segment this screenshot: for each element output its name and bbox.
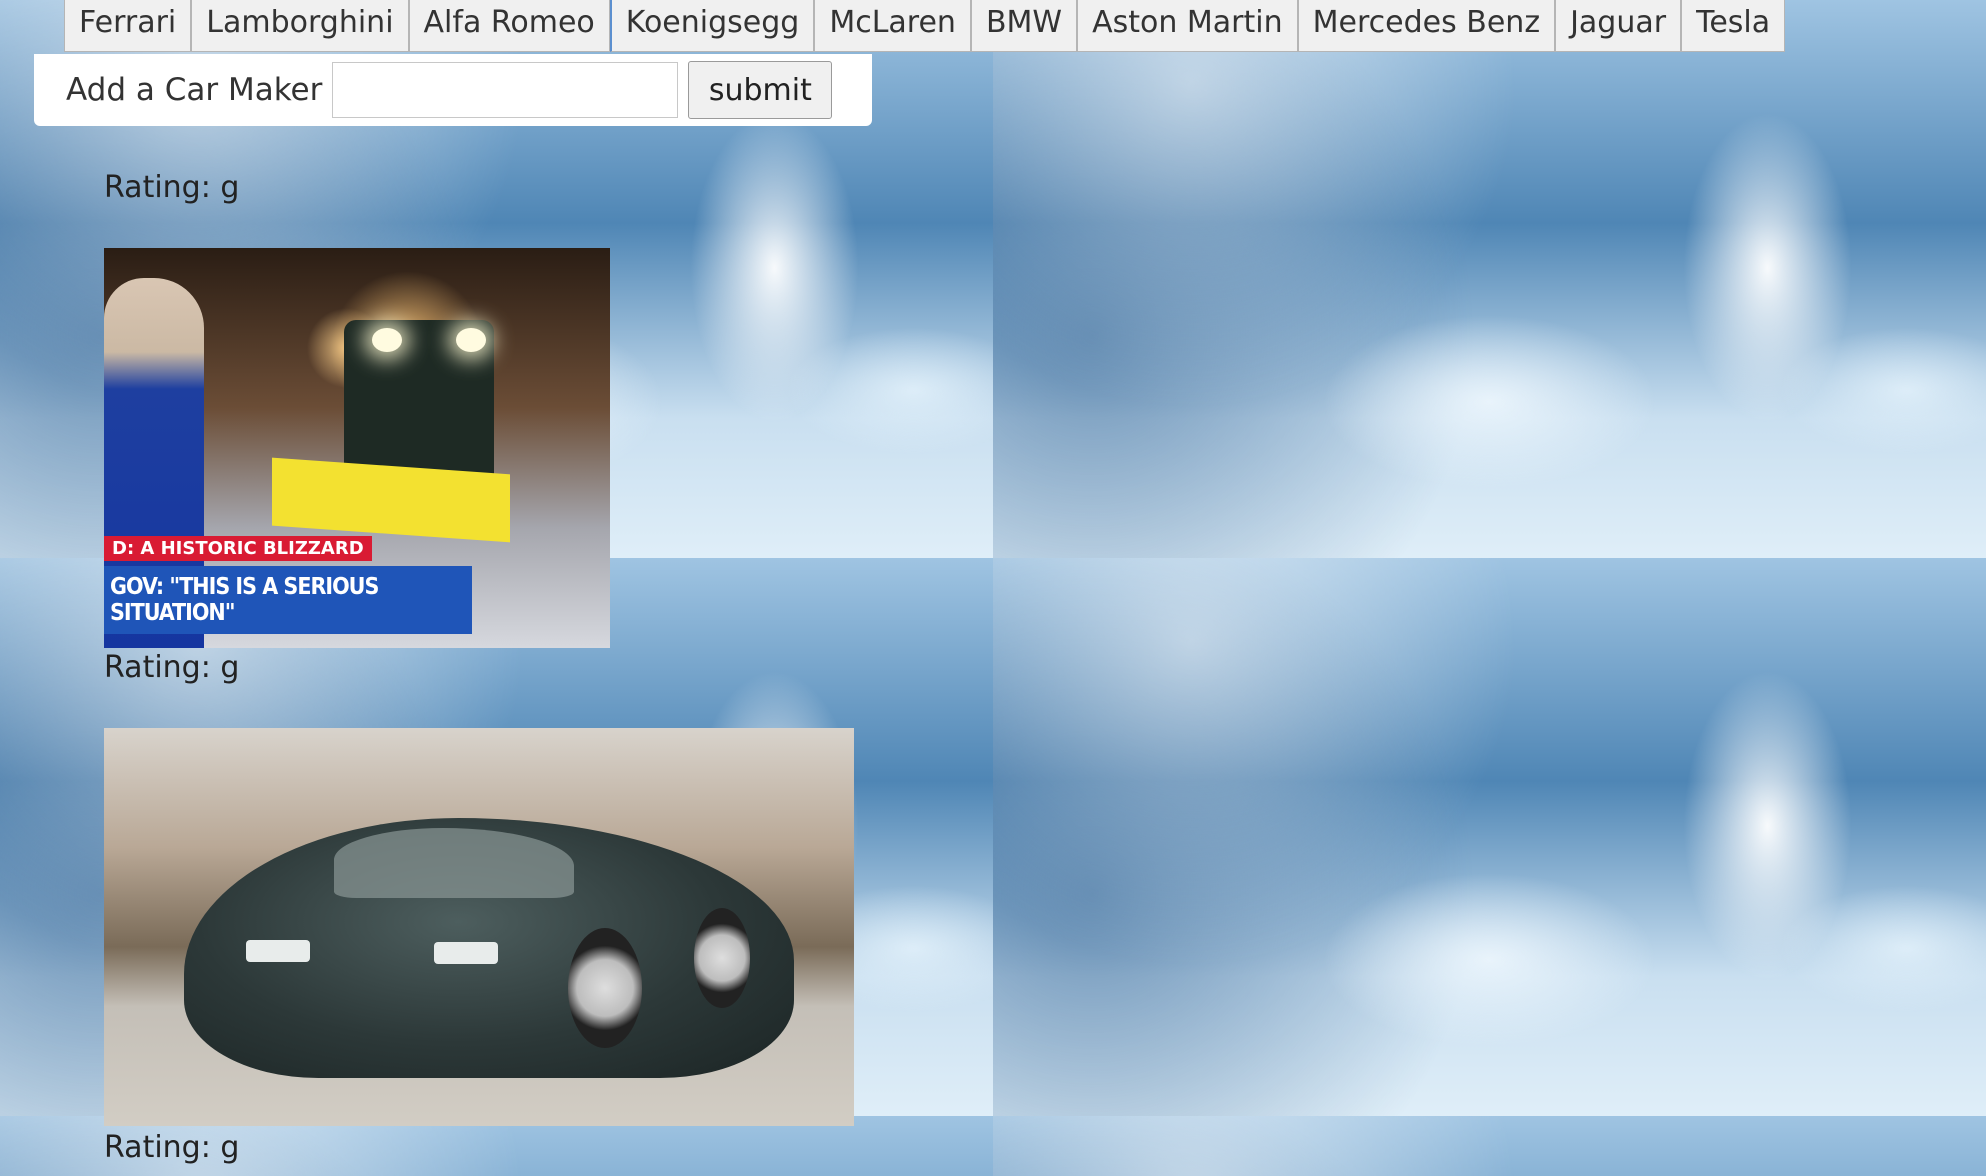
- tab-aston-martin[interactable]: Aston Martin: [1077, 0, 1298, 52]
- rating-label: Rating: g: [104, 1130, 240, 1165]
- plow-light: [456, 328, 486, 352]
- news-ticker-blue: GOV: "THIS IS A SERIOUS SITUATION": [104, 566, 472, 634]
- car-maker-input[interactable]: [332, 62, 679, 118]
- plow-light: [372, 328, 402, 352]
- car-headlight: [434, 942, 498, 964]
- add-car-maker-form: Add a Car Maker submit: [34, 54, 872, 126]
- news-ticker-red: D: A HISTORIC BLIZZARD: [104, 536, 372, 561]
- rating-label: Rating: g: [104, 650, 240, 685]
- tab-mclaren[interactable]: McLaren: [814, 0, 971, 52]
- car-wheel: [694, 908, 750, 1008]
- car-headlight: [246, 940, 310, 962]
- blizzard-news-gif: D: A HISTORIC BLIZZARD GOV: "THIS IS A S…: [104, 248, 610, 648]
- bugatti-car-gif: [104, 728, 854, 1126]
- tab-mercedes-benz[interactable]: Mercedes Benz: [1297, 0, 1556, 52]
- tab-tesla[interactable]: Tesla: [1681, 0, 1786, 52]
- tab-lamborghini[interactable]: Lamborghini: [191, 0, 409, 52]
- tab-ferrari[interactable]: Ferrari: [64, 0, 192, 52]
- tab-jaguar[interactable]: Jaguar: [1555, 0, 1682, 52]
- car-wheel: [568, 928, 642, 1048]
- car-maker-tabs: Ferrari Lamborghini Alfa Romeo Koenigseg…: [64, 0, 1786, 52]
- tab-koenigsegg[interactable]: Koenigsegg: [609, 0, 815, 52]
- tab-alfa-romeo[interactable]: Alfa Romeo: [408, 0, 610, 52]
- tab-bmw[interactable]: BMW: [970, 0, 1078, 52]
- rating-label: Rating: g: [104, 170, 240, 205]
- submit-button[interactable]: submit: [688, 61, 833, 119]
- add-car-maker-label: Add a Car Maker: [66, 72, 323, 108]
